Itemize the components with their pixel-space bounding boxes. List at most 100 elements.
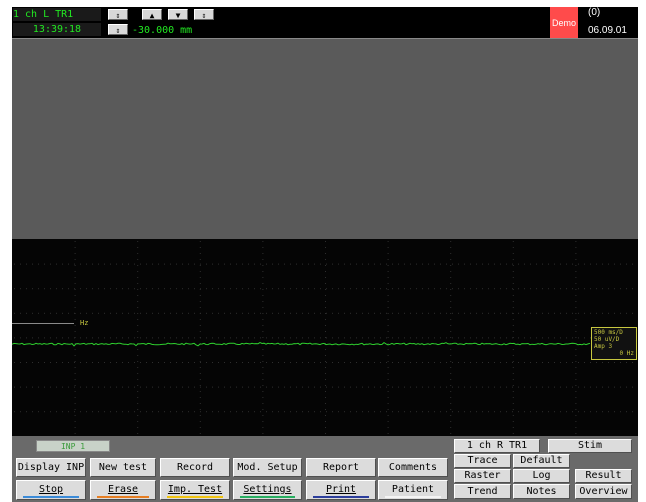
grid-dot: [362, 263, 363, 265]
double-arrow-icon[interactable]: ⇕: [194, 9, 214, 20]
grid-dot: [404, 411, 405, 413]
patient-button[interactable]: Patient: [378, 480, 448, 500]
grid-dot: [199, 253, 201, 254]
channel-label[interactable]: 1 ch L TR1: [13, 8, 101, 21]
grid-dot: [632, 411, 633, 413]
grid-dot: [575, 379, 577, 380]
result-button[interactable]: Result: [575, 469, 632, 483]
log-button[interactable]: Log: [513, 469, 570, 483]
grid-dot: [199, 361, 201, 362]
grid-dot: [74, 409, 76, 410]
grid-dot: [218, 362, 219, 363]
new-test-button[interactable]: New test: [90, 458, 156, 477]
grid-dot: [134, 386, 135, 388]
stop-button-label: Stop: [38, 484, 64, 495]
position-adjust-icon[interactable]: ⇕: [108, 24, 128, 35]
notes-button[interactable]: Notes: [513, 484, 570, 499]
grid-dot: [199, 355, 201, 356]
grid-dot: [137, 337, 139, 338]
imp-test-button[interactable]: Imp. Test: [160, 480, 230, 500]
grid-dot: [440, 288, 441, 290]
grid-dot: [212, 288, 213, 290]
display-inp-button[interactable]: Display INP: [16, 458, 86, 477]
grid-dot: [284, 411, 285, 413]
grid-dot: [368, 411, 369, 413]
trace-marker-line: [12, 323, 74, 324]
grid-dot: [32, 411, 33, 413]
record-button[interactable]: Record: [160, 458, 230, 477]
input-status: INP 1: [36, 440, 110, 452]
grid-dot: [578, 288, 579, 290]
mod-setup-button[interactable]: Mod. Setup: [233, 458, 302, 477]
channel-select-button[interactable]: 1 ch R TR1: [454, 439, 540, 453]
overview-button[interactable]: Overview: [575, 484, 632, 499]
grid-dot: [137, 427, 139, 428]
grid-dot: [464, 263, 465, 265]
grid-dot: [137, 313, 139, 314]
grid-dot: [38, 312, 39, 314]
grid-dot: [199, 319, 201, 320]
grid-dot: [387, 361, 389, 362]
stim-button[interactable]: Stim: [548, 439, 632, 453]
grid-dot: [482, 312, 483, 314]
grid-dot: [254, 263, 255, 265]
grid-dot: [422, 386, 423, 388]
grid-dot: [387, 289, 389, 290]
grid-dot: [20, 362, 21, 363]
erase-button[interactable]: Erase: [90, 480, 156, 500]
grid-dot: [368, 312, 369, 314]
raster-button[interactable]: Raster: [454, 469, 511, 483]
report-button[interactable]: Report: [306, 458, 376, 477]
print-button[interactable]: Print: [306, 480, 376, 500]
scroll-updown-icon[interactable]: ⇕: [108, 9, 128, 20]
trend-button[interactable]: Trend: [454, 484, 511, 499]
grid-dot: [325, 241, 326, 242]
grid-dot: [326, 337, 327, 339]
grid-dot: [14, 362, 15, 363]
grid-dot: [308, 337, 309, 339]
grid-dot: [137, 367, 139, 368]
grid-dot: [344, 288, 345, 290]
grid-dot: [578, 312, 579, 314]
grid-dot: [199, 415, 201, 416]
grid-dot: [458, 263, 459, 265]
trace-button[interactable]: Trace: [454, 454, 511, 468]
default-button[interactable]: Default: [513, 454, 570, 468]
grid-dot: [137, 271, 139, 272]
grid-dot: [199, 409, 201, 410]
grid-dot: [590, 263, 591, 265]
grid-dot: [260, 411, 261, 413]
stop-button[interactable]: Stop: [16, 480, 86, 500]
grid-dot: [410, 312, 411, 314]
settings-button[interactable]: Settings: [233, 480, 302, 500]
grid-dot: [199, 259, 201, 260]
grid-dot: [512, 265, 514, 266]
grid-dot: [218, 288, 219, 290]
grid-dot: [512, 319, 514, 320]
grid-dot: [374, 337, 375, 339]
grid-dot: [302, 386, 303, 388]
grid-dot: [446, 362, 447, 363]
grid-dot: [362, 411, 363, 413]
grid-dot: [248, 288, 249, 290]
grid-dot: [176, 263, 177, 265]
grid-dot: [158, 411, 159, 413]
arrow-down-icon[interactable]: ▼: [168, 9, 188, 20]
grid-dot: [266, 411, 267, 413]
grid-dot: [506, 337, 507, 339]
grid-dot: [188, 288, 189, 290]
arrow-up-icon[interactable]: ▲: [142, 9, 162, 20]
grid-dot: [302, 288, 303, 290]
grid-dot: [260, 362, 261, 363]
grid-dot: [262, 409, 264, 410]
grid-dot: [314, 411, 315, 413]
grid-dot: [248, 411, 249, 413]
grid-dot: [614, 411, 615, 413]
grid-dot: [512, 409, 514, 410]
grid-dot: [325, 325, 326, 326]
comments-button[interactable]: Comments: [378, 458, 448, 477]
grid-dot: [137, 415, 139, 416]
waveform-panel[interactable]: Hz 500 ms/D 50 uV/D Amp 3 0 Hz: [12, 239, 638, 436]
grid-dot: [62, 263, 63, 265]
grid-dot: [110, 411, 111, 413]
